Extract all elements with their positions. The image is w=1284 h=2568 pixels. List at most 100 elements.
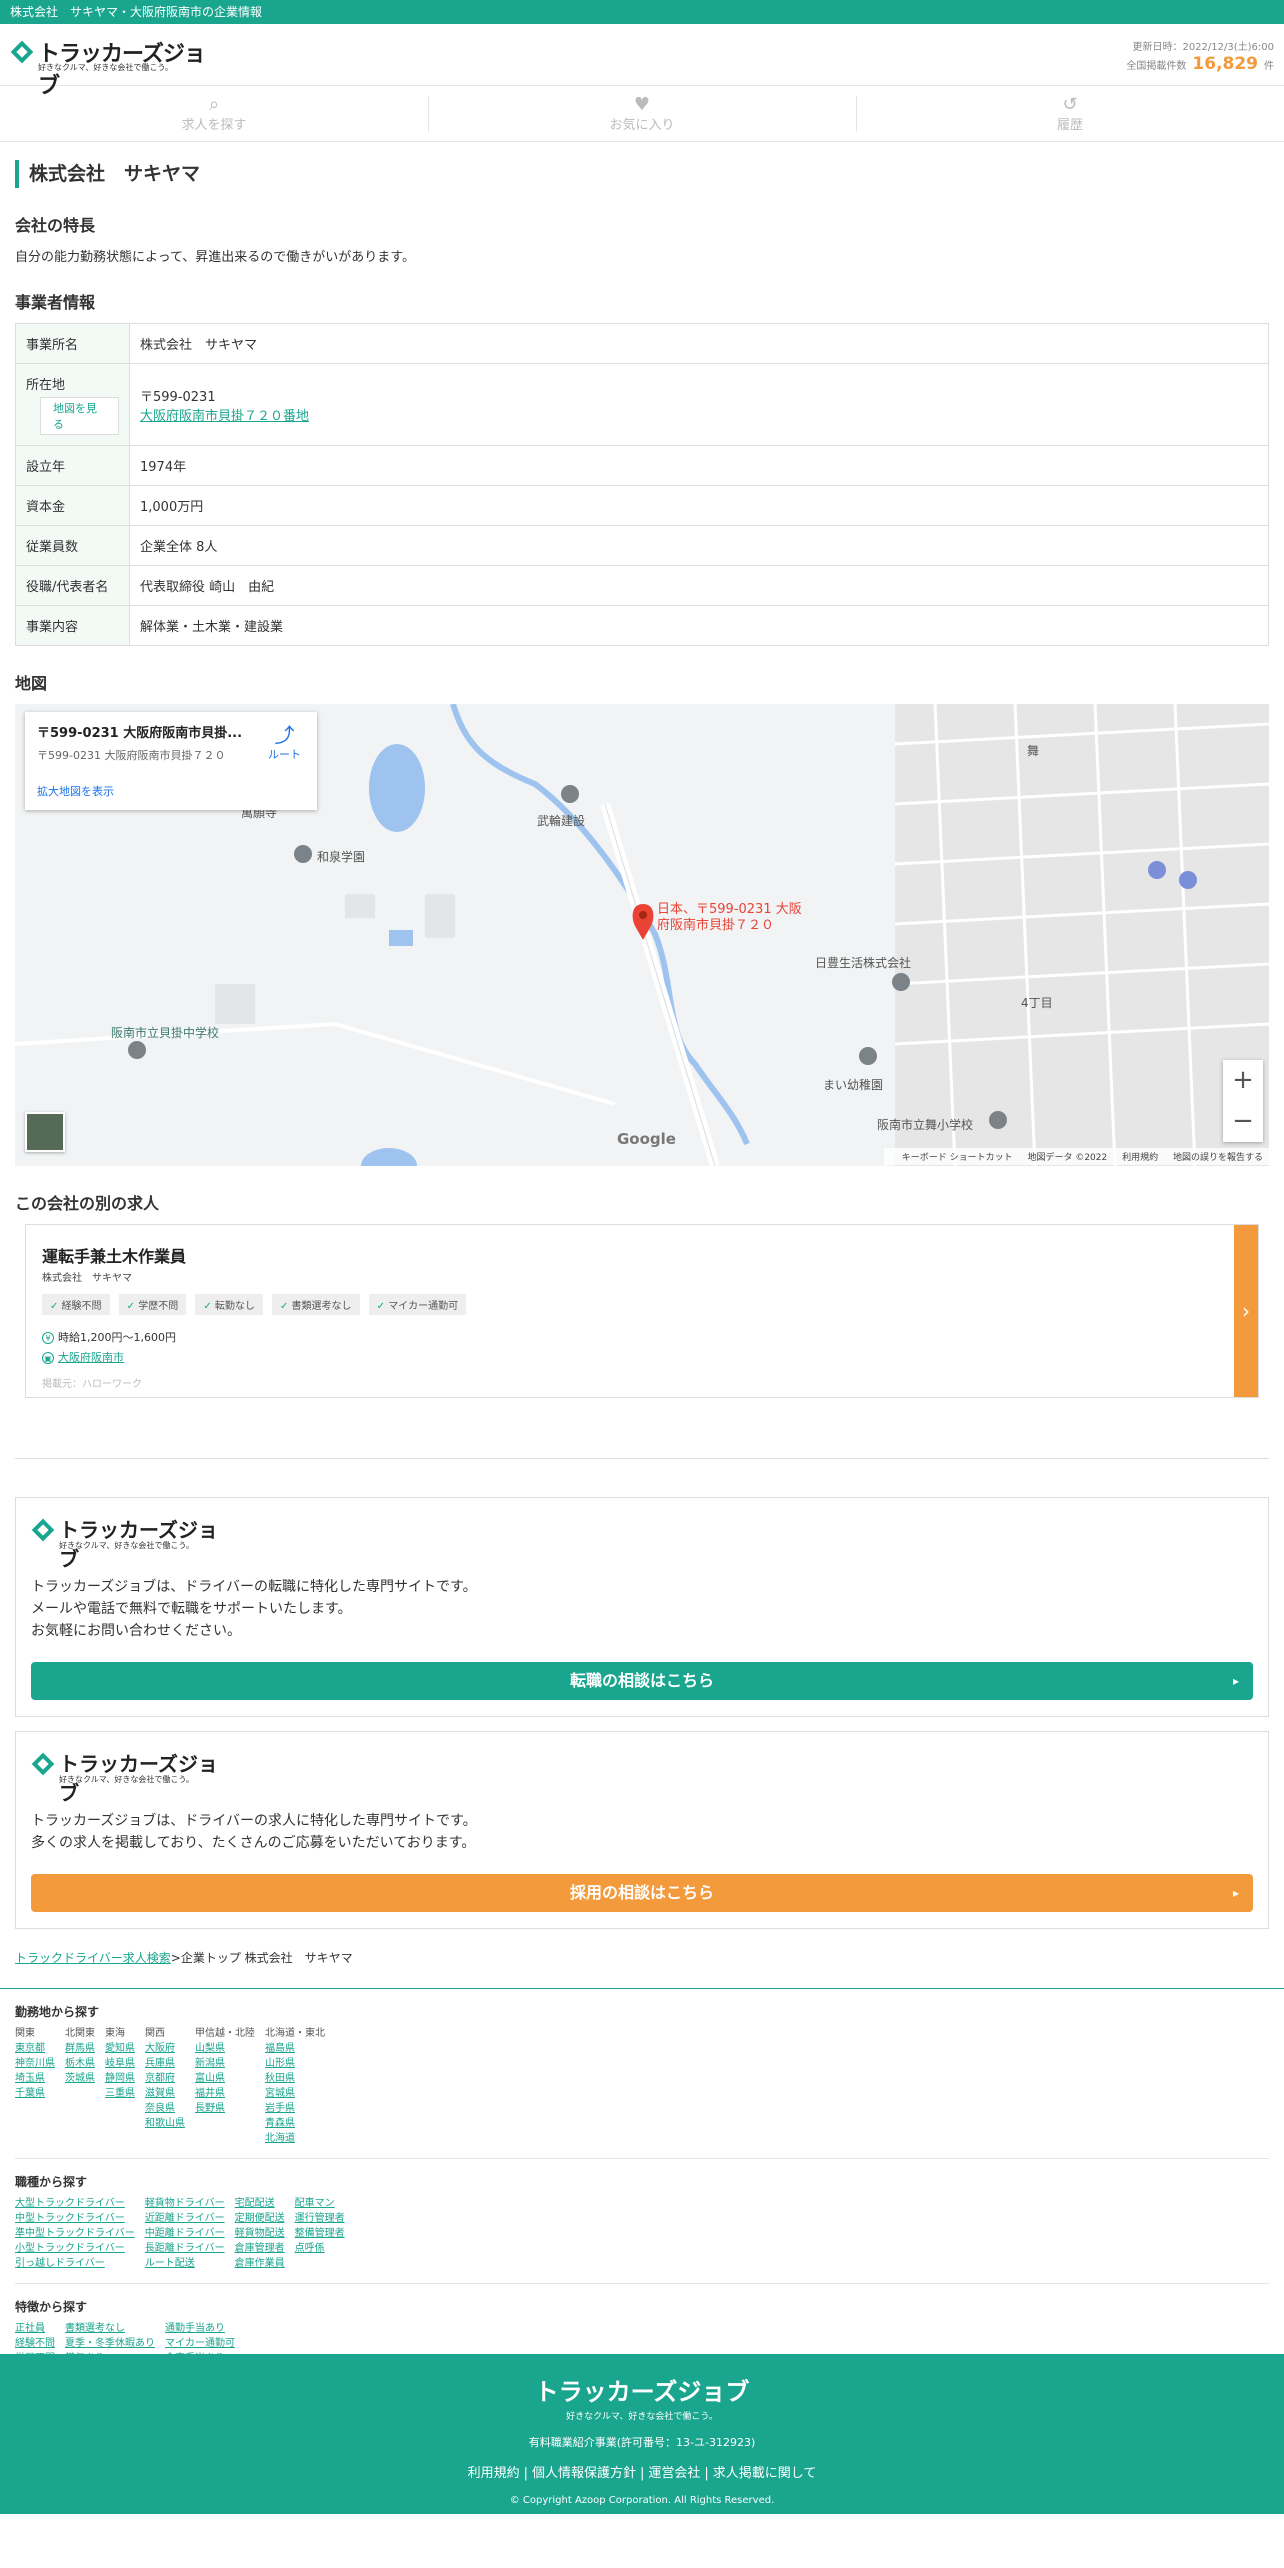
footer-search-link[interactable]: 千葉県: [15, 2086, 55, 2101]
footer-search-link[interactable]: 大阪府: [145, 2041, 185, 2056]
footer-search-link[interactable]: 岐阜県: [105, 2056, 135, 2071]
footer-search-link[interactable]: 北海道: [265, 2131, 325, 2146]
view-map-button[interactable]: 地図を見る: [40, 397, 119, 435]
row-label: 役職/代表者名: [15, 565, 130, 606]
footer-search-link[interactable]: 三重県: [105, 2086, 135, 2101]
nav-history[interactable]: ↺ 履歴: [856, 86, 1284, 141]
footer-search-link[interactable]: 埼玉県: [15, 2071, 55, 2086]
footer-search-link[interactable]: 経験不問: [15, 2336, 55, 2351]
nav-favorite[interactable]: ♥ お気に入り: [428, 86, 856, 141]
report-link[interactable]: 地図の誤りを報告する: [1173, 1153, 1263, 1163]
breadcrumb: トラックドライバー求人検索>企業トップ 株式会社 サキヤマ: [15, 1949, 1269, 1966]
footer-search-link[interactable]: 兵庫県: [145, 2056, 185, 2071]
company-info-table: 事業所名 株式会社 サキヤマ 所在地 地図を見る 〒599-0231 大阪府阪南…: [15, 323, 1269, 646]
footer-search-link[interactable]: 夏季・冬季休暇あり: [65, 2336, 155, 2351]
footer-search-link[interactable]: 宮城県: [265, 2086, 325, 2101]
footer-search-link[interactable]: 長野県: [195, 2101, 255, 2116]
address-link[interactable]: 大阪府阪南市貝掛７２０番地: [140, 409, 309, 424]
chevron-right-icon[interactable]: ›: [1234, 1225, 1258, 1397]
footer-search-link[interactable]: 山形県: [265, 2056, 325, 2071]
hiring-consult-button[interactable]: 採用の相談はこちら: [31, 1874, 1253, 1912]
footer-search-link[interactable]: 山梨県: [195, 2041, 255, 2056]
footer-search-link[interactable]: 点呼係: [295, 2241, 345, 2256]
embedded-map[interactable]: 萬願寺 和泉学園 武輪建設 日豊生活株式会社 阪南市立貝掛中学校 まい幼稚園 阪…: [15, 704, 1269, 1166]
nav-search[interactable]: ⌕ 求人を探す: [0, 86, 428, 141]
footer-search-link[interactable]: 軽貨物ドライバー: [145, 2196, 225, 2211]
footer-search-link[interactable]: 準中型トラックドライバー: [15, 2226, 135, 2241]
footer-search-link[interactable]: 富山県: [195, 2071, 255, 2086]
footer-search-link[interactable]: 軽貨物配送: [235, 2226, 285, 2241]
footer-search-link[interactable]: 定期便配送: [235, 2211, 285, 2226]
footer-search-link[interactable]: ルート配送: [145, 2256, 225, 2271]
company-link[interactable]: 運営会社: [648, 2466, 700, 2481]
google-logo: Google: [617, 1130, 676, 1148]
larger-map-link[interactable]: 拡大地図を表示: [37, 783, 305, 799]
footer-search-link[interactable]: マイカー通勤可: [165, 2336, 245, 2351]
footer-search-link[interactable]: 整備管理者: [295, 2226, 345, 2241]
footer-search-link[interactable]: 配車マン: [295, 2196, 345, 2211]
footer-search-link[interactable]: 新潟県: [195, 2056, 255, 2071]
footer-search-link[interactable]: 引っ越しドライバー: [15, 2256, 135, 2271]
career-consult-button[interactable]: 転職の相談はこちら: [31, 1662, 1253, 1700]
route-button[interactable]: ⤴ ルート: [268, 724, 301, 762]
promo-employer: トラッカーズジョブ 好きなクルマ、好きな会社で働こう。 トラッカーズジョブは、ド…: [15, 1731, 1269, 1929]
footer-search-link[interactable]: 通勤手当あり: [165, 2321, 245, 2336]
satellite-toggle[interactable]: [25, 1112, 65, 1152]
job-location: ▣ 大阪府阪南市: [42, 1349, 1242, 1365]
logo-mark-icon: [31, 1752, 55, 1776]
footer-search-link[interactable]: 正社員: [15, 2321, 55, 2336]
zoom-out-button[interactable]: −: [1223, 1101, 1263, 1142]
footer-search-link[interactable]: 京都府: [145, 2071, 185, 2086]
row-label: 所在地 地図を見る: [15, 363, 130, 446]
breadcrumb-separator: >: [170, 1951, 181, 1965]
heart-icon: ♥: [633, 94, 651, 115]
breadcrumb-link[interactable]: トラックドライバー求人検索: [15, 1951, 171, 1965]
listing-link[interactable]: 求人掲載に関して: [713, 2466, 817, 2481]
footer-logo[interactable]: トラッカーズジョブ: [0, 2372, 1284, 2407]
row-label: 資本金: [15, 485, 130, 526]
footer-search-link[interactable]: 群馬県: [65, 2041, 95, 2056]
footer-search-link[interactable]: 宅配配送: [235, 2196, 285, 2211]
footer-search-link[interactable]: 青森県: [265, 2116, 325, 2131]
footer-search-link[interactable]: 近距離ドライバー: [145, 2211, 225, 2226]
breadcrumb-current: 企業トップ 株式会社 サキヤマ: [180, 1951, 353, 1965]
footer-search-link[interactable]: 倉庫作業員: [235, 2256, 285, 2271]
site-logo[interactable]: トラッカーズジョブ 好きなクルマ、好きな会社で働こう。: [10, 36, 210, 99]
footer-search-link[interactable]: 運行管理者: [295, 2211, 345, 2226]
row-value: 1,000万円: [129, 485, 1269, 526]
location-link[interactable]: 大阪府阪南市: [58, 1351, 124, 1364]
promo-logo-tagline: 好きなクルマ、好きな会社で働こう。: [59, 1541, 194, 1550]
terms-link[interactable]: 利用規約: [468, 2466, 520, 2481]
shortcut-link[interactable]: キーボード ショートカット: [902, 1153, 1013, 1163]
footer-search-link[interactable]: 福井県: [195, 2086, 255, 2101]
area-heading: 勤務地から探す: [15, 2005, 100, 2019]
footer-search-link[interactable]: 和歌山県: [145, 2116, 185, 2131]
place-label: 和泉学園: [317, 850, 366, 864]
link-column: 北海道・東北 福島県 山形県 秋田県 宮城県 岩手県 青森県 北海道: [265, 2026, 325, 2146]
footer-search-link[interactable]: 岩手県: [265, 2101, 325, 2116]
footer-search-link[interactable]: 福島県: [265, 2041, 325, 2056]
privacy-link[interactable]: 個人情報保護方針: [532, 2466, 636, 2481]
top-banner: 株式会社 サキヤマ・大阪府阪南市の企業情報: [0, 0, 1284, 24]
footer-search-link[interactable]: 大型トラックドライバー: [15, 2196, 135, 2211]
footer-search-link[interactable]: 小型トラックドライバー: [15, 2241, 135, 2256]
footer-search-link[interactable]: 滋賀県: [145, 2086, 185, 2101]
footer-search-link[interactable]: 栃木県: [65, 2056, 95, 2071]
logo-mark-icon: [31, 1518, 55, 1542]
footer-search-link[interactable]: 書類選考なし: [65, 2321, 155, 2336]
footer-search-link[interactable]: 秋田県: [265, 2071, 325, 2086]
footer-search-link[interactable]: 長距離ドライバー: [145, 2241, 225, 2256]
footer-search-link[interactable]: 茨城県: [65, 2071, 95, 2086]
footer-search-link[interactable]: 静岡県: [105, 2071, 135, 2086]
footer-search-link[interactable]: 東京都: [15, 2041, 55, 2056]
footer-search-link[interactable]: 奈良県: [145, 2101, 185, 2116]
footer-search-link[interactable]: 倉庫管理者: [235, 2241, 285, 2256]
footer-search-link[interactable]: 中距離ドライバー: [145, 2226, 225, 2241]
footer-search-link[interactable]: 中型トラックドライバー: [15, 2211, 135, 2226]
other-jobs-heading: この会社の別の求人: [15, 1194, 160, 1213]
job-card[interactable]: 運転手兼土木作業員 株式会社 サキヤマ 経験不問 学歴不問 転勤なし 書類選考な…: [25, 1224, 1259, 1398]
footer-search-link[interactable]: 神奈川県: [15, 2056, 55, 2071]
terms-link[interactable]: 利用規約: [1122, 1153, 1158, 1163]
footer-search-link[interactable]: 愛知県: [105, 2041, 135, 2056]
zoom-in-button[interactable]: +: [1223, 1060, 1263, 1101]
